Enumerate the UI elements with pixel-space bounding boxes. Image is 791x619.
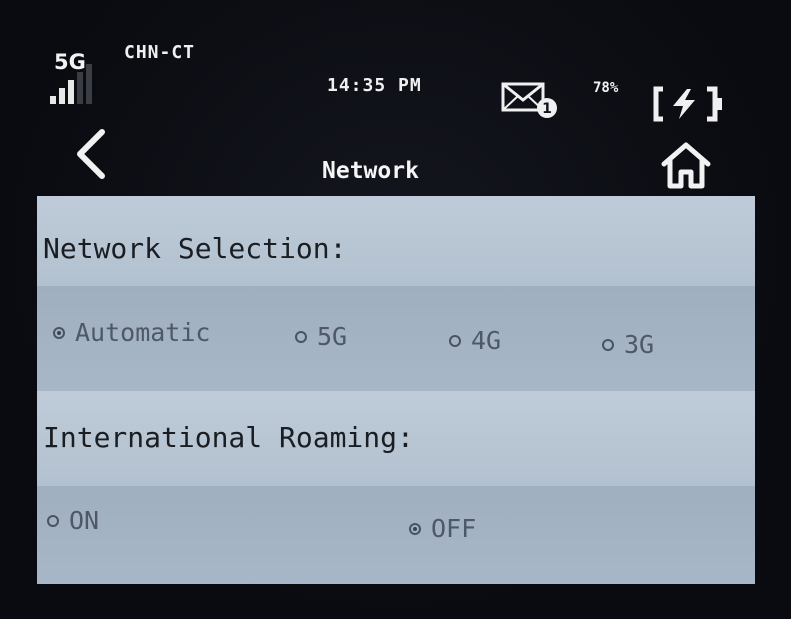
option-label-3g: 3G <box>624 330 655 359</box>
network-selection-options: Automatic 5G 4G 3G <box>37 286 755 391</box>
radio-roaming-on[interactable]: ON <box>47 506 99 535</box>
international-roaming-options: ON OFF <box>37 486 755 584</box>
radio-automatic[interactable]: Automatic <box>53 318 210 347</box>
radio-button[interactable] <box>602 338 614 351</box>
radio-3g[interactable]: 3G <box>602 330 654 359</box>
international-roaming-label: International Roaming: <box>43 421 414 454</box>
radio-roaming-off[interactable]: OFF <box>409 514 476 543</box>
radio-button-selected[interactable] <box>53 326 65 339</box>
page-title: Network <box>322 158 419 184</box>
radio-button[interactable] <box>47 514 59 527</box>
settings-panel: Network Selection: Automatic 5G 4G 3G In… <box>37 196 755 584</box>
clock: 14:35 PM <box>327 75 422 96</box>
status-bar: 5G CHN-CT 14:35 PM 1 78% <box>0 0 791 122</box>
signal-icon <box>50 62 130 104</box>
device-screen: 5G CHN-CT 14:35 PM 1 78% Network Network… <box>0 0 791 619</box>
back-icon[interactable] <box>72 128 112 180</box>
option-label-off: OFF <box>431 514 477 543</box>
home-icon[interactable] <box>660 140 712 192</box>
option-label-5g: 5G <box>317 322 348 351</box>
unread-count-badge: 1 <box>542 101 552 117</box>
international-roaming-header: International Roaming: <box>37 391 755 486</box>
network-selection-label: Network Selection: <box>43 232 347 265</box>
radio-4g[interactable]: 4G <box>449 326 501 355</box>
battery-charging-icon <box>653 86 722 122</box>
battery-percent: 78% <box>593 80 619 96</box>
radio-button[interactable] <box>449 334 461 347</box>
network-selection-header: Network Selection: <box>37 196 755 286</box>
radio-button-selected[interactable] <box>409 522 421 535</box>
mail-icon[interactable]: 1 <box>500 80 560 120</box>
option-label-on: ON <box>69 506 100 535</box>
radio-button[interactable] <box>295 330 307 343</box>
option-label-4g: 4G <box>471 326 502 355</box>
carrier-name: CHN-CT <box>124 42 196 63</box>
option-label-automatic: Automatic <box>75 318 211 347</box>
radio-5g[interactable]: 5G <box>295 322 347 351</box>
